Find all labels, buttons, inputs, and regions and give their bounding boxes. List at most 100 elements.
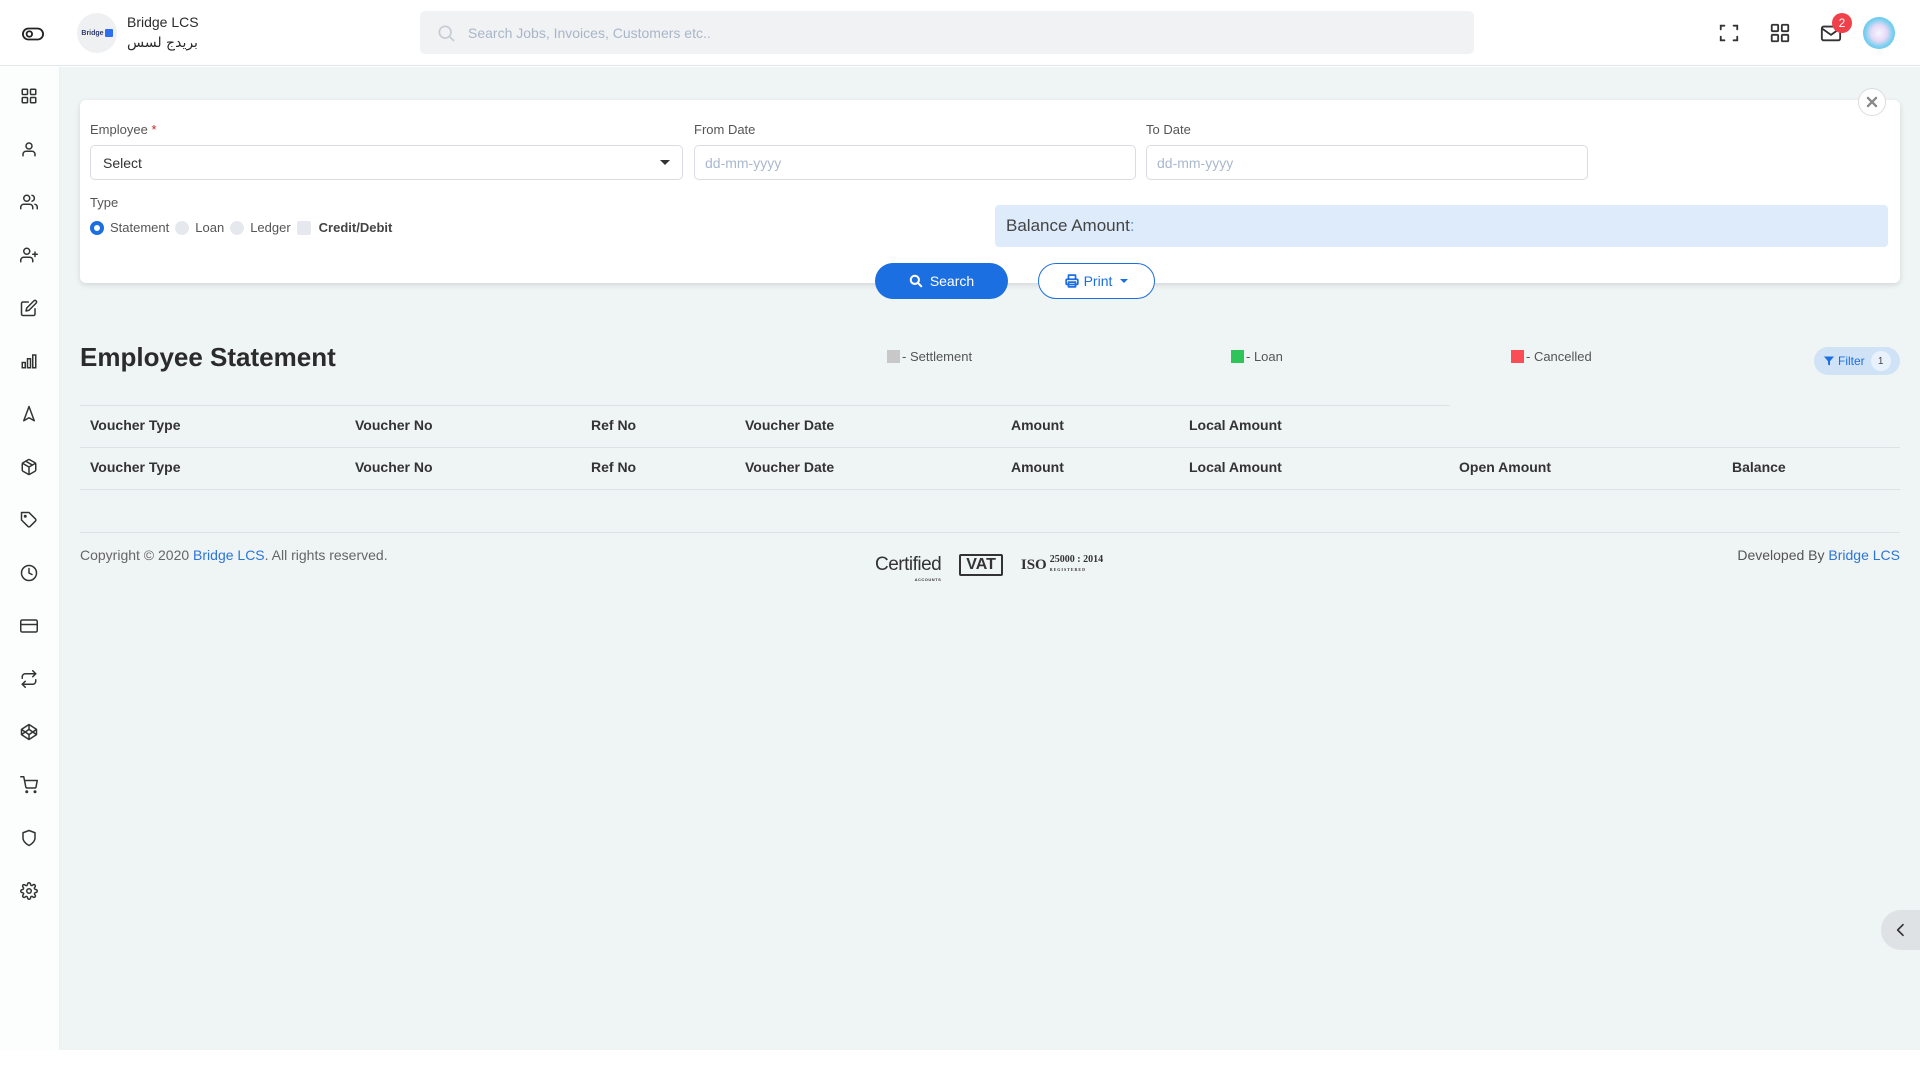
shield-icon bbox=[22, 829, 36, 847]
sidebar-item-security[interactable] bbox=[18, 827, 40, 849]
settlement-swatch bbox=[887, 350, 900, 363]
iso-text: ISO bbox=[1020, 556, 1047, 573]
caret-down-icon bbox=[1120, 279, 1129, 283]
sidebar-item-dashboard[interactable] bbox=[18, 85, 40, 107]
column-header: Ref No bbox=[591, 417, 637, 433]
employee-label-text: Employee bbox=[90, 122, 148, 137]
legend-settlement: - Settlement bbox=[887, 349, 972, 364]
top-header: Bridge Bridge LCS بريدج لسس 2 bbox=[0, 0, 1920, 66]
sidebar-item-sales[interactable] bbox=[18, 774, 40, 796]
iso-registered: REGISTERED bbox=[1049, 567, 1086, 572]
settings-icon bbox=[20, 882, 38, 900]
print-dropdown-button[interactable]: Print bbox=[1038, 263, 1155, 299]
to-date-label: To Date bbox=[1146, 122, 1191, 137]
legend-loan: - Loan bbox=[1231, 349, 1283, 364]
table-header-row-2: Voucher Type Voucher No Ref No Voucher D… bbox=[80, 447, 1900, 489]
fullscreen-icon[interactable] bbox=[1718, 22, 1740, 44]
sidebar-item-users[interactable] bbox=[18, 191, 40, 213]
type-option-ledger[interactable]: Ledger bbox=[230, 220, 291, 235]
close-filter-button[interactable] bbox=[1858, 88, 1886, 116]
avatar[interactable] bbox=[1863, 17, 1895, 49]
clock-icon bbox=[20, 564, 38, 582]
sidebar-item-history[interactable] bbox=[18, 562, 40, 584]
employee-label: Employee * bbox=[90, 122, 157, 137]
logo[interactable]: Bridge bbox=[77, 13, 117, 53]
certification-logos: Certified ACCOUNTS VAT ISO 25000 : 2014 RE… bbox=[875, 554, 1103, 582]
close-icon bbox=[1866, 96, 1878, 108]
legend-label: - Cancelled bbox=[1526, 349, 1592, 364]
search-button[interactable]: Search bbox=[875, 263, 1008, 299]
column-header: Voucher No bbox=[355, 417, 433, 433]
loan-swatch bbox=[1231, 350, 1244, 363]
column-header: Voucher Type bbox=[90, 417, 181, 433]
type-option-credit-debit[interactable]: Credit/Debit bbox=[296, 220, 393, 235]
accounts-text: ACCOUNTS bbox=[914, 577, 942, 582]
logo-mark: Bridge bbox=[81, 29, 113, 37]
sidebar-item-reports[interactable] bbox=[18, 350, 40, 372]
certified-text: Certified bbox=[875, 554, 942, 575]
sidebar-item-transfers[interactable] bbox=[18, 668, 40, 690]
copyright-link[interactable]: Bridge LCS bbox=[193, 547, 265, 563]
sidebar-item-codepen[interactable] bbox=[18, 721, 40, 743]
search-icon bbox=[438, 25, 455, 41]
checkbox-credit-debit[interactable] bbox=[296, 220, 311, 235]
shopping-cart-icon bbox=[20, 776, 38, 794]
type-option-loan[interactable]: Loan bbox=[175, 220, 224, 235]
sidebar-item-edit[interactable] bbox=[18, 297, 40, 319]
column-header: Local Amount bbox=[1189, 459, 1282, 475]
edit-icon bbox=[20, 299, 38, 317]
radio-ledger[interactable] bbox=[230, 220, 245, 235]
codepen-icon bbox=[20, 723, 38, 741]
sidebar-item-navigation[interactable] bbox=[18, 403, 40, 425]
search-button-label: Search bbox=[929, 273, 975, 289]
option-label: Credit/Debit bbox=[318, 220, 393, 235]
column-header: Balance bbox=[1732, 459, 1786, 475]
option-label: Loan bbox=[195, 220, 225, 235]
column-header: Voucher Date bbox=[745, 417, 835, 433]
right-panel-toggle[interactable] bbox=[1881, 910, 1920, 950]
main-content: Employee * Select From Date To Date Type… bbox=[60, 67, 1920, 1050]
radio-loan[interactable] bbox=[175, 220, 190, 235]
radio-statement[interactable] bbox=[90, 220, 104, 235]
print-button-label: Print bbox=[1083, 273, 1113, 289]
type-label: Type bbox=[90, 195, 119, 210]
filter-count-badge: 1 bbox=[1870, 351, 1891, 371]
sidebar-item-payments[interactable] bbox=[18, 615, 40, 637]
from-date-input[interactable] bbox=[694, 145, 1136, 180]
sidebar-item-add-user[interactable] bbox=[18, 244, 40, 266]
tag-icon bbox=[20, 511, 37, 528]
global-search[interactable] bbox=[420, 11, 1474, 54]
sidebar-item-user[interactable] bbox=[18, 138, 40, 160]
type-options: Statement Loan Ledger Credit/Debit bbox=[90, 220, 398, 235]
employee-select-value: Select bbox=[103, 154, 142, 171]
column-header: Amount bbox=[1011, 459, 1064, 475]
navigation-icon bbox=[23, 405, 35, 422]
to-date-input[interactable] bbox=[1146, 145, 1588, 180]
filter-panel: Employee * Select From Date To Date Type… bbox=[80, 88, 1900, 299]
sidebar-item-tags[interactable] bbox=[18, 509, 40, 531]
copyright-suffix: . All rights reserved. bbox=[264, 547, 388, 563]
search-icon bbox=[909, 274, 923, 288]
option-label: Ledger bbox=[250, 220, 291, 235]
table-divider bbox=[80, 489, 1900, 490]
legend-label: - Settlement bbox=[902, 349, 973, 364]
iso-number-block: 25000 : 2014 REGISTERED bbox=[1050, 555, 1103, 575]
user-icon bbox=[22, 142, 36, 157]
developed-link[interactable]: Bridge LCS bbox=[1828, 547, 1900, 563]
sidebar-item-inventory[interactable] bbox=[18, 456, 40, 478]
search-input[interactable] bbox=[468, 24, 1368, 41]
toggle-icon[interactable] bbox=[22, 23, 44, 45]
type-option-statement[interactable]: Statement bbox=[90, 220, 169, 235]
developed-by: Developed By Bridge LCS bbox=[1737, 547, 1900, 563]
employee-select[interactable]: Select bbox=[90, 145, 683, 180]
filter-button[interactable]: Filter 1 bbox=[1814, 347, 1900, 375]
sidebar-item-settings[interactable] bbox=[18, 880, 40, 902]
bar-chart-icon bbox=[21, 354, 37, 369]
column-header: Voucher No bbox=[355, 459, 433, 475]
credit-card-icon bbox=[20, 619, 38, 633]
users-icon bbox=[20, 194, 38, 210]
iso-logo: ISO 25000 : 2014 REGISTERED bbox=[1021, 555, 1103, 575]
copyright: Copyright © 2020 Bridge LCS. All rights … bbox=[80, 547, 388, 563]
apps-grid-icon[interactable] bbox=[1769, 22, 1791, 44]
column-header: Open Amount bbox=[1459, 459, 1552, 475]
